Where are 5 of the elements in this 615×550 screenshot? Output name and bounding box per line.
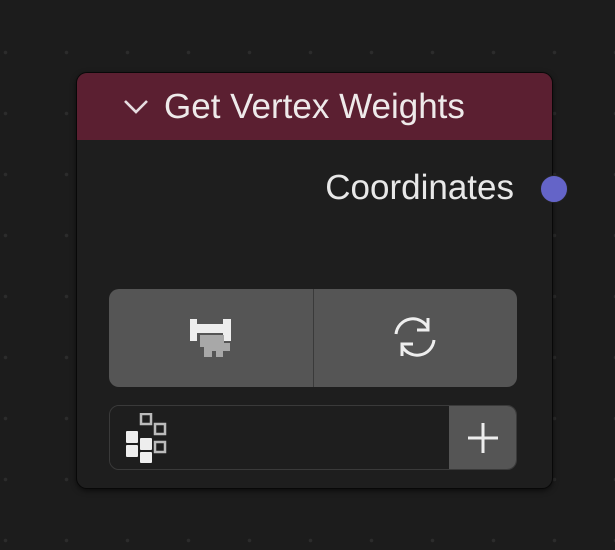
dumbbell-button[interactable]: [109, 289, 312, 387]
dumbbell-icon: [190, 317, 232, 359]
socket-label: Coordinates: [325, 168, 514, 208]
socket-dot[interactable]: [540, 175, 568, 203]
node-title: Get Vertex Weights: [164, 86, 465, 126]
